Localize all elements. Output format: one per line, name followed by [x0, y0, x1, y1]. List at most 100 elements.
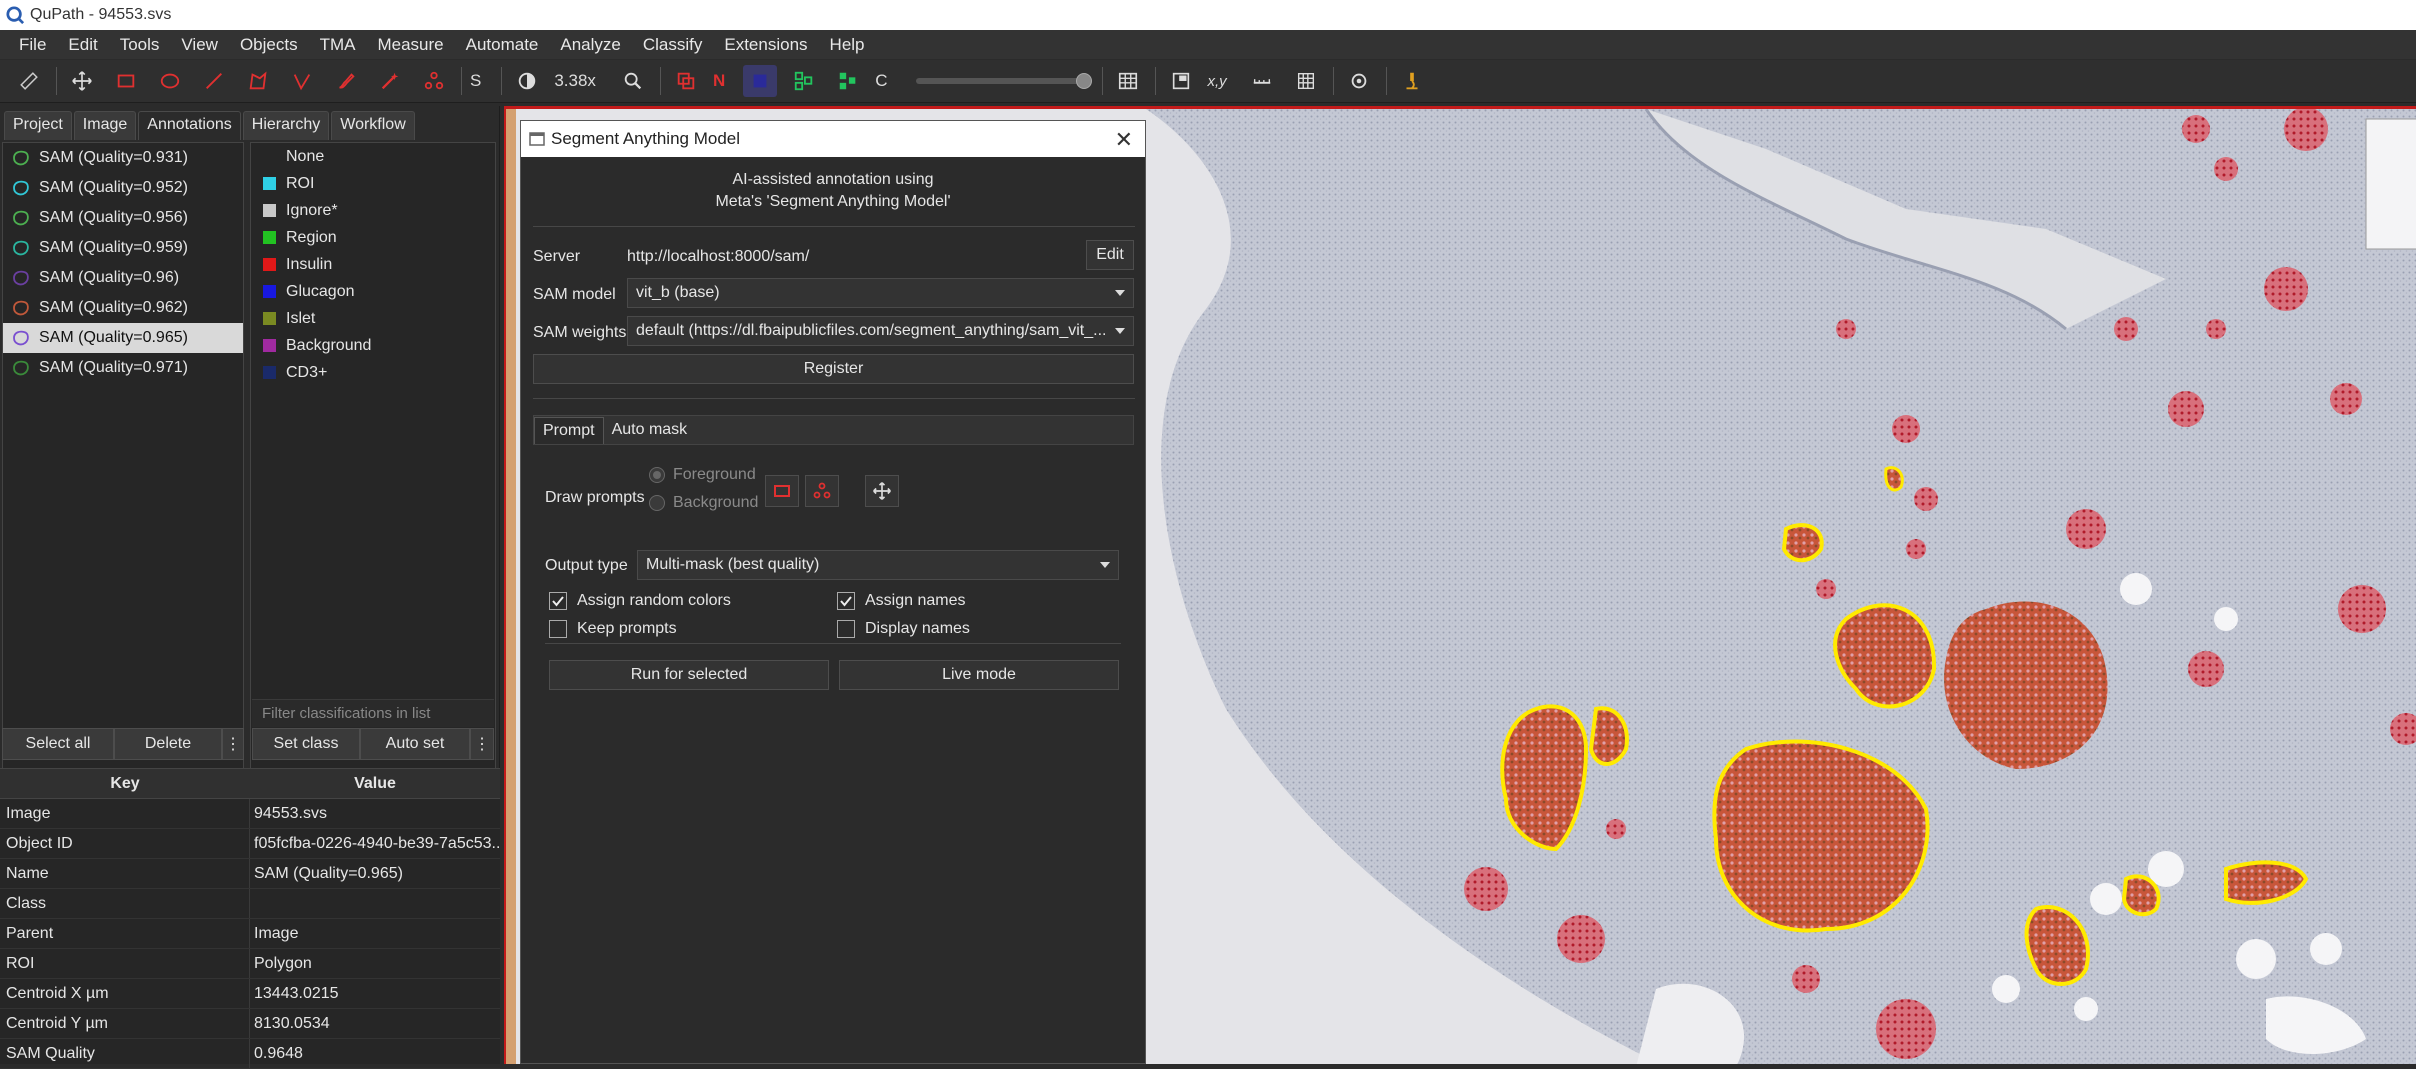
- preferences-button[interactable]: [1342, 65, 1376, 97]
- menu-objects[interactable]: Objects: [229, 35, 309, 55]
- ellipse-tool-button[interactable]: [153, 65, 187, 97]
- table-row[interactable]: Name SAM (Quality=0.965): [0, 859, 500, 889]
- close-icon[interactable]: ✕: [1115, 127, 1133, 153]
- sam-model-select[interactable]: vit_b (base): [627, 278, 1134, 308]
- rectangle-prompt-button[interactable]: [765, 475, 799, 507]
- show-names-button[interactable]: N: [713, 71, 725, 91]
- zoom-to-fit-button[interactable]: [616, 65, 650, 97]
- wand-tool-button[interactable]: [373, 65, 407, 97]
- class-item[interactable]: Glucagon: [251, 278, 495, 305]
- tab-annotations[interactable]: Annotations: [138, 111, 241, 140]
- assign-random-colors-checkbox[interactable]: Assign random colors: [549, 592, 731, 610]
- measurement-table-button[interactable]: [1111, 65, 1145, 97]
- selection-mode-s-button[interactable]: S: [470, 71, 481, 91]
- annotation-item[interactable]: SAM (Quality=0.931): [3, 143, 243, 173]
- menu-help[interactable]: Help: [819, 35, 876, 55]
- scalebar-button[interactable]: [1245, 65, 1279, 97]
- annotation-item[interactable]: SAM (Quality=0.959): [3, 233, 243, 263]
- select-all-button[interactable]: Select all: [2, 728, 114, 760]
- menu-extensions[interactable]: Extensions: [713, 35, 818, 55]
- tab-project[interactable]: Project: [4, 111, 72, 140]
- menu-edit[interactable]: Edit: [57, 35, 108, 55]
- table-row[interactable]: Object ID f05fcfba-0226-4940-be39-7a5c53.…: [0, 829, 500, 859]
- move-prompt-button[interactable]: [865, 475, 899, 507]
- column-header-value[interactable]: Value: [250, 769, 500, 798]
- polyline-tool-button[interactable]: [285, 65, 319, 97]
- move-tool-button[interactable]: [65, 65, 99, 97]
- live-mode-button[interactable]: Live mode: [839, 660, 1119, 690]
- class-filter-input[interactable]: Filter classifications in list: [252, 699, 494, 727]
- class-item[interactable]: None: [251, 143, 495, 170]
- polygon-tool-button[interactable]: [241, 65, 275, 97]
- table-row[interactable]: Image 94553.svs: [0, 799, 500, 829]
- set-class-button[interactable]: Set class: [252, 728, 360, 760]
- tab-workflow[interactable]: Workflow: [331, 111, 415, 140]
- output-type-select[interactable]: Multi-mask (best quality): [637, 550, 1119, 580]
- chevron-down-icon: [1115, 290, 1125, 296]
- edit-server-button[interactable]: Edit: [1086, 240, 1134, 270]
- annotation-item[interactable]: SAM (Quality=0.965): [3, 323, 243, 353]
- annotation-item[interactable]: SAM (Quality=0.952): [3, 173, 243, 203]
- menu-file[interactable]: File: [8, 35, 57, 55]
- run-for-selected-button[interactable]: Run for selected: [549, 660, 829, 690]
- brush-tool-button[interactable]: [329, 65, 363, 97]
- annotation-item[interactable]: SAM (Quality=0.962): [3, 293, 243, 323]
- class-item[interactable]: Ignore*: [251, 197, 495, 224]
- background-radio[interactable]: Background: [649, 494, 758, 512]
- show-annotations-button[interactable]: [669, 65, 703, 97]
- table-row[interactable]: Class: [0, 889, 500, 919]
- class-more-button[interactable]: ⋮: [470, 728, 494, 760]
- menu-tma[interactable]: TMA: [309, 35, 367, 55]
- ruler-tool-button[interactable]: [12, 65, 46, 97]
- class-item[interactable]: Region: [251, 224, 495, 251]
- display-names-checkbox[interactable]: Display names: [837, 620, 970, 638]
- annotation-item[interactable]: SAM (Quality=0.96): [3, 263, 243, 293]
- brightness-contrast-button[interactable]: [510, 65, 544, 97]
- keep-prompts-checkbox[interactable]: Keep prompts: [549, 620, 677, 638]
- sam-weights-select[interactable]: default (https://dl.fbaipublicfiles.com/…: [627, 316, 1134, 346]
- auto-set-button[interactable]: Auto set: [360, 728, 470, 760]
- tab-hierarchy[interactable]: Hierarchy: [242, 111, 330, 140]
- class-item[interactable]: Background: [251, 332, 495, 359]
- table-row[interactable]: Parent Image: [0, 919, 500, 949]
- menu-analyze[interactable]: Analyze: [549, 35, 631, 55]
- points-prompt-button[interactable]: [805, 475, 839, 507]
- menu-view[interactable]: View: [170, 35, 229, 55]
- annotation-more-button[interactable]: ⋮: [222, 728, 244, 760]
- show-detections-button[interactable]: [787, 65, 821, 97]
- menu-automate[interactable]: Automate: [455, 35, 550, 55]
- table-row[interactable]: ROI Polygon: [0, 949, 500, 979]
- line-tool-button[interactable]: [197, 65, 231, 97]
- class-item[interactable]: Insulin: [251, 251, 495, 278]
- table-row[interactable]: SAM Quality 0.9648: [0, 1039, 500, 1069]
- foreground-radio[interactable]: Foreground: [649, 466, 756, 484]
- tab-prompt[interactable]: Prompt: [534, 416, 604, 444]
- register-button[interactable]: Register: [533, 354, 1134, 384]
- show-location-button[interactable]: x,y: [1208, 73, 1227, 90]
- rectangle-tool-button[interactable]: [109, 65, 143, 97]
- table-row[interactable]: Centroid Y µm 8130.0534: [0, 1009, 500, 1039]
- class-item[interactable]: CD3+: [251, 359, 495, 386]
- class-item[interactable]: ROI: [251, 170, 495, 197]
- show-connections-button[interactable]: C: [875, 71, 887, 91]
- delete-button[interactable]: Delete: [114, 728, 222, 760]
- annotation-item[interactable]: SAM (Quality=0.971): [3, 353, 243, 383]
- annotation-item[interactable]: SAM (Quality=0.956): [3, 203, 243, 233]
- menu-classify[interactable]: Classify: [632, 35, 714, 55]
- log-button[interactable]: [1395, 65, 1429, 97]
- tab-auto-mask[interactable]: Auto mask: [604, 417, 696, 443]
- column-header-key[interactable]: Key: [0, 769, 250, 798]
- points-tool-button[interactable]: [417, 65, 451, 97]
- overview-button[interactable]: [1164, 65, 1198, 97]
- menu-measure[interactable]: Measure: [366, 35, 454, 55]
- grid-button[interactable]: [1289, 65, 1323, 97]
- table-row[interactable]: Centroid X µm 13443.0215: [0, 979, 500, 1009]
- opacity-slider-knob[interactable]: [1075, 73, 1092, 89]
- tab-image[interactable]: Image: [73, 111, 137, 140]
- show-tma-grid-button[interactable]: [743, 65, 778, 97]
- opacity-slider[interactable]: [915, 73, 1092, 89]
- menu-tools[interactable]: Tools: [109, 35, 171, 55]
- class-item[interactable]: Islet: [251, 305, 495, 332]
- fill-detections-button[interactable]: [831, 65, 865, 97]
- assign-names-checkbox[interactable]: Assign names: [837, 592, 966, 610]
